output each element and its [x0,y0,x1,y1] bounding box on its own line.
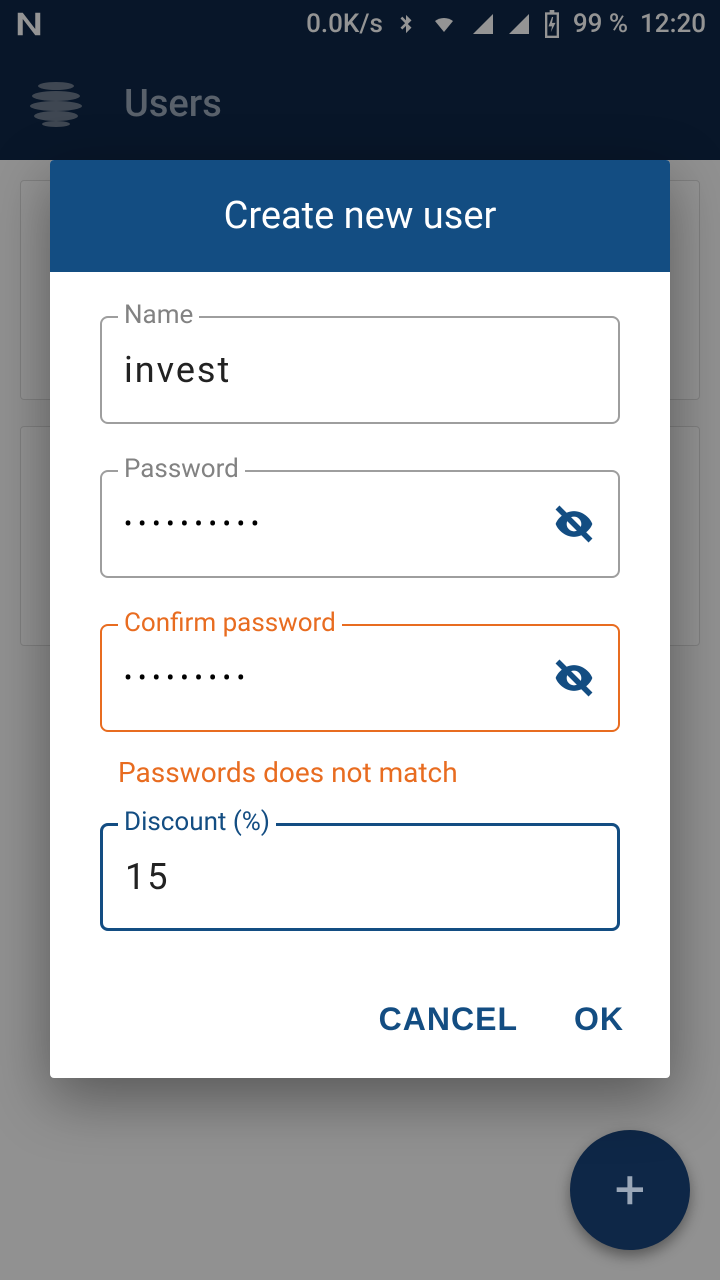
password-label: Password [118,454,245,484]
dialog-title: Create new user [50,160,670,272]
plus-icon: + [615,1159,646,1222]
visibility-off-icon[interactable] [552,656,596,700]
create-user-dialog: Create new user Name invest Password •••… [50,160,670,1078]
discount-input[interactable]: 15 [125,856,595,898]
discount-label: Discount (%) [118,807,276,837]
discount-field[interactable]: Discount (%) 15 [100,823,620,931]
name-label: Name [118,300,199,330]
name-input[interactable]: invest [124,349,596,391]
password-input[interactable]: •••••••••• [124,510,540,538]
confirm-password-input[interactable]: ••••••••• [124,664,540,692]
cancel-button[interactable]: CANCEL [379,1001,518,1038]
dialog-actions: CANCEL OK [50,971,670,1078]
confirm-password-field[interactable]: Confirm password ••••••••• [100,624,620,732]
visibility-off-icon[interactable] [552,502,596,546]
add-user-fab[interactable]: + [570,1130,690,1250]
ok-button[interactable]: OK [574,1001,624,1038]
confirm-password-label: Confirm password [118,608,342,638]
name-field[interactable]: Name invest [100,316,620,424]
password-field[interactable]: Password •••••••••• [100,470,620,578]
